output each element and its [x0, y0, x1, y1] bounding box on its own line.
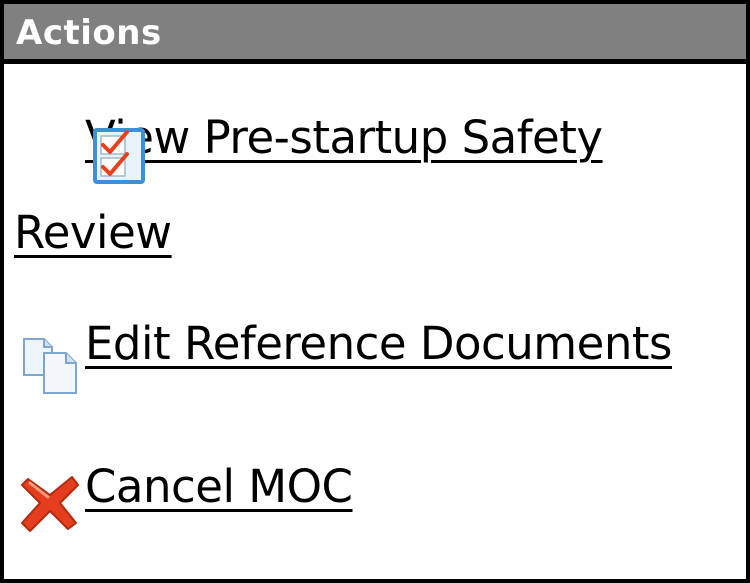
documents-icon: [20, 332, 80, 394]
panel-title: Actions: [16, 13, 162, 53]
edit-reference-documents-link[interactable]: Edit Reference Documents: [14, 296, 672, 394]
checklist-icon: [18, 123, 145, 184]
view-pre-startup-safety-review-link[interactable]: View Pre-startup Safety Review: [4, 90, 744, 280]
action-label: Edit Reference Documents: [85, 317, 672, 370]
actions-panel: Actions View Pre-startup Safety Review E…: [0, 0, 750, 583]
cancel-moc-link[interactable]: Cancel MOC: [14, 439, 353, 535]
cancel-x-icon: [18, 471, 82, 535]
action-label: Cancel MOC: [85, 460, 353, 513]
panel-header: Actions: [4, 4, 746, 64]
